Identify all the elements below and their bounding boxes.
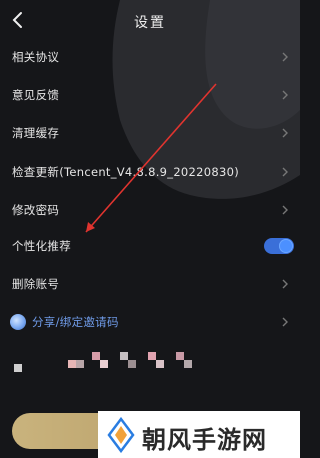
settings-item-label: 清理缓存 — [12, 126, 60, 140]
pixel-block — [176, 352, 184, 360]
settings-item-change-password[interactable]: 修改密码 — [0, 195, 300, 225]
page-title: 设置 — [134, 15, 166, 31]
chevron-right-icon — [282, 90, 288, 100]
watermark-banner: 朝风手游网 — [98, 411, 300, 458]
toggle-knob — [279, 239, 293, 253]
pixel-block — [76, 360, 84, 368]
settings-item-label: 分享/绑定邀请码 — [32, 315, 119, 329]
settings-item-label: 个性化推荐 — [12, 239, 71, 253]
settings-item-agreements[interactable]: 相关协议 — [0, 42, 300, 72]
share-avatar-icon — [10, 314, 26, 330]
pixel-block — [68, 360, 76, 368]
watermark-text: 朝风手游网 — [142, 426, 267, 454]
chevron-right-icon — [282, 167, 288, 177]
watermark-logo-icon — [107, 417, 135, 453]
chevron-right-icon — [282, 279, 288, 289]
chevron-right-icon — [282, 128, 288, 138]
pixel-block — [156, 360, 164, 368]
pixel-block — [184, 360, 192, 368]
settings-item-label: 修改密码 — [12, 203, 60, 217]
settings-item-share-invite-code[interactable]: 分享/绑定邀请码 — [0, 307, 300, 337]
pixel-block — [148, 352, 156, 360]
settings-item-label: 检查更新(Tencent_V4.8.8.9_20220830) — [12, 165, 240, 179]
personalized-recommend-toggle[interactable] — [264, 238, 294, 254]
pixel-block — [128, 360, 136, 368]
settings-item-label: 相关协议 — [12, 50, 60, 64]
settings-item-label: 删除账号 — [12, 277, 60, 291]
pixelated-user-info — [0, 348, 300, 378]
pixel-block — [92, 352, 100, 360]
settings-item-feedback[interactable]: 意见反馈 — [0, 80, 300, 110]
settings-item-check-update[interactable]: 检查更新(Tencent_V4.8.8.9_20220830) — [0, 157, 300, 187]
pixel-block — [120, 352, 128, 360]
settings-item-clear-cache[interactable]: 清理缓存 — [0, 118, 300, 148]
settings-item-personalized-recommend: 个性化推荐 — [0, 231, 300, 261]
pixel-block — [14, 364, 22, 372]
pixel-block — [100, 360, 108, 368]
chevron-right-icon — [282, 317, 288, 327]
header-bar: 设置 — [0, 0, 300, 40]
settings-item-label: 意见反馈 — [12, 88, 60, 102]
chevron-right-icon — [282, 205, 288, 215]
chevron-right-icon — [282, 52, 288, 62]
settings-item-delete-account[interactable]: 删除账号 — [0, 269, 300, 299]
